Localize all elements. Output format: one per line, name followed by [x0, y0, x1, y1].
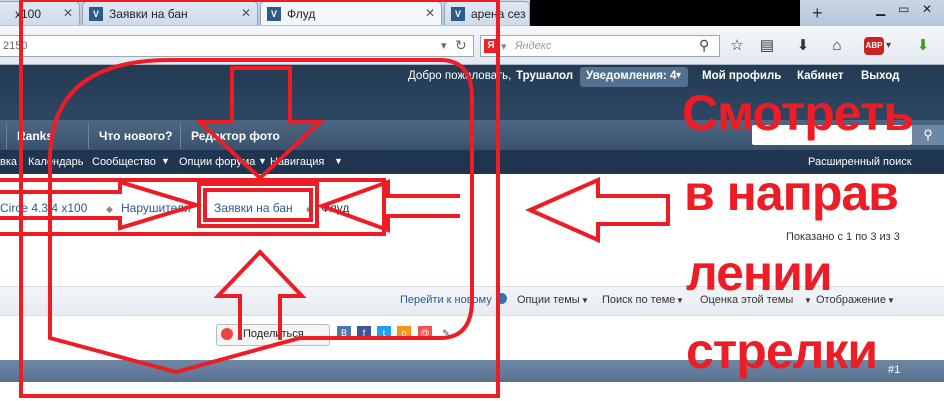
- annotation-arrow-up: [213, 249, 307, 340]
- annotation-arrow-right: [0, 179, 203, 231]
- annotation-text-line1: Смотреть: [682, 85, 914, 141]
- annotation-text-line4: стрелки: [686, 323, 878, 379]
- annotation-target-frame-inner: [203, 188, 313, 222]
- annotation-arrow-left-small: [316, 179, 460, 233]
- annotation-text-line3: лении: [686, 245, 833, 301]
- annotation-text-line2: в направ: [684, 165, 899, 221]
- annotation-arrow-left-large: [525, 176, 670, 244]
- annotation-arrow-down: [194, 66, 326, 181]
